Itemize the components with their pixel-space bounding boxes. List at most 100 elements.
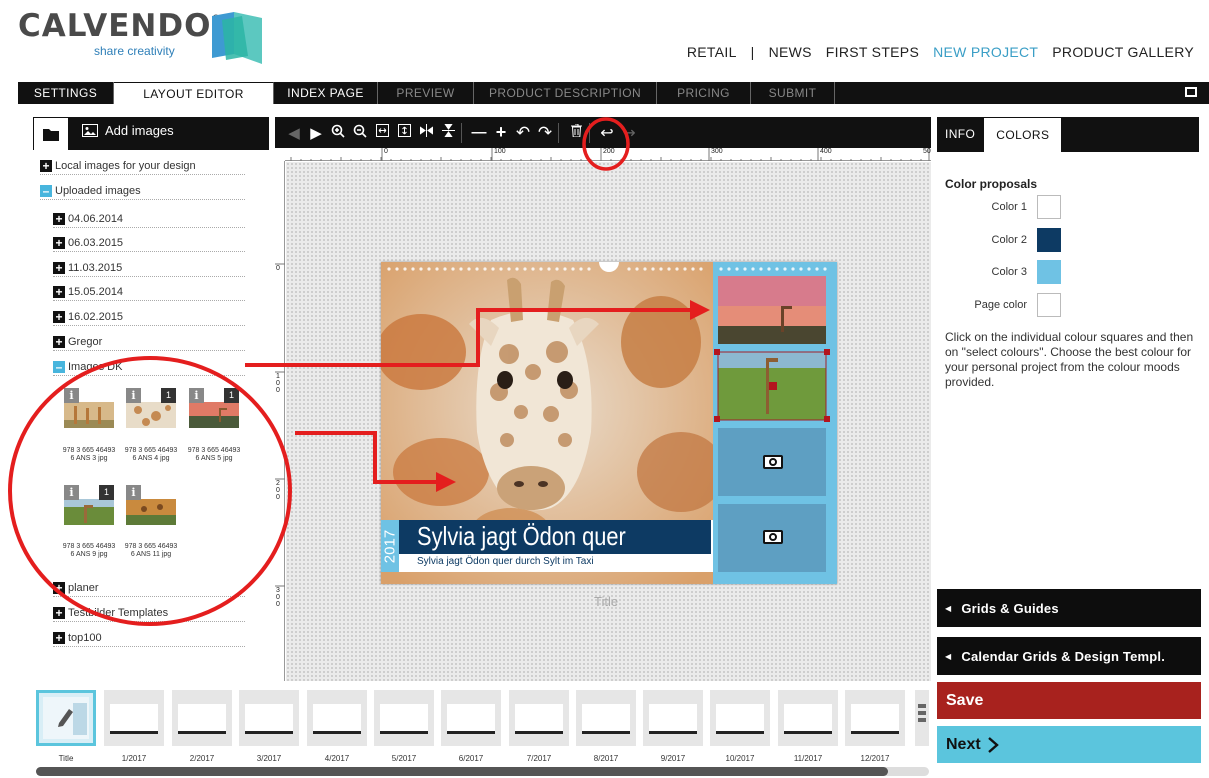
grids-guides-panel[interactable]: ◀ Grids & Guides <box>937 589 1201 627</box>
next-button[interactable]: Next <box>937 726 1201 763</box>
calendar-page[interactable]: 2017 Sylvia jagt Ödon quer Sylvia jagt Ö… <box>381 262 837 584</box>
image-thumbnail[interactable]: i 1 <box>189 388 239 428</box>
folder-item[interactable]: + Gregor <box>53 334 245 351</box>
film-thumb[interactable] <box>845 690 905 746</box>
filmstrip-more[interactable] <box>915 690 929 746</box>
info-icon[interactable]: i <box>189 388 204 403</box>
select-arrow-icon[interactable]: ▶ <box>307 124 325 142</box>
film-thumb[interactable] <box>374 690 434 746</box>
film-thumb[interactable] <box>710 690 770 746</box>
calendar-subtitle[interactable]: Sylvia jagt Ödon quer durch Sylt im Taxi <box>417 556 594 567</box>
prev-icon[interactable]: ◀ <box>285 124 303 142</box>
rotate-left-icon[interactable]: ↶ <box>514 123 532 143</box>
save-button[interactable]: Save <box>937 682 1201 719</box>
expand-icon[interactable]: + <box>53 582 65 594</box>
folder-item[interactable]: +06.03.2015 <box>53 235 245 252</box>
flip-horizontal-icon[interactable] <box>417 124 435 141</box>
tab-layout-editor[interactable]: LAYOUT EDITOR <box>114 82 274 104</box>
folder-item[interactable]: + top100 <box>53 630 245 647</box>
collapse-icon[interactable]: – <box>53 361 65 373</box>
info-icon[interactable]: i <box>64 485 79 500</box>
film-thumb[interactable] <box>104 690 164 746</box>
filmstrip-scrollbar-thumb[interactable] <box>36 767 888 776</box>
film-thumb[interactable] <box>441 690 501 746</box>
camera-icon[interactable] <box>763 455 783 469</box>
info-icon[interactable]: i <box>126 485 141 500</box>
tab-preview[interactable]: PREVIEW <box>378 82 474 104</box>
film-thumb[interactable] <box>778 690 838 746</box>
minus-icon[interactable]: — <box>470 124 488 141</box>
resize-handle[interactable] <box>824 416 830 422</box>
image-thumbnail[interactable]: i 1 <box>64 485 114 525</box>
tab-info[interactable]: INFO <box>937 117 983 152</box>
folder-item-images-dk[interactable]: – Images DK <box>53 359 245 376</box>
folder-item[interactable]: +15.05.2014 <box>53 284 245 301</box>
fullscreen-icon[interactable] <box>1185 87 1197 97</box>
folder-item[interactable]: + planer <box>53 580 245 597</box>
expand-icon[interactable]: + <box>53 237 65 249</box>
zoom-in-icon[interactable] <box>329 124 347 142</box>
film-thumb[interactable] <box>172 690 232 746</box>
calendar-title[interactable]: Sylvia jagt Ödon quer <box>417 521 626 552</box>
trash-icon[interactable] <box>567 123 585 141</box>
expand-icon[interactable]: + <box>40 160 52 172</box>
tab-product-description[interactable]: PRODUCT DESCRIPTION <box>474 82 657 104</box>
rotate-right-icon[interactable]: ↷ <box>536 123 554 143</box>
tree-uploaded-images[interactable]: – Uploaded images <box>40 183 245 200</box>
nav-retail[interactable]: RETAIL <box>680 44 744 60</box>
camera-icon[interactable] <box>763 530 783 544</box>
film-thumb[interactable] <box>643 690 703 746</box>
fit-height-icon[interactable] <box>395 124 413 141</box>
tab-pricing[interactable]: PRICING <box>657 82 751 104</box>
film-thumb[interactable] <box>576 690 636 746</box>
nav-first-steps[interactable]: FIRST STEPS <box>819 44 926 60</box>
nav-new-project[interactable]: NEW PROJECT <box>926 44 1045 60</box>
image-thumbnail[interactable]: i <box>64 388 114 428</box>
resize-handle[interactable] <box>714 349 720 355</box>
tab-settings[interactable]: SETTINGS <box>18 82 114 104</box>
flip-vertical-icon[interactable] <box>439 123 457 141</box>
add-images-tab[interactable]: Add images <box>82 123 174 138</box>
info-icon[interactable]: i <box>64 388 79 403</box>
expand-icon[interactable]: + <box>53 607 65 619</box>
folder-tab[interactable] <box>33 117 69 150</box>
color-swatch-3[interactable] <box>1037 260 1061 284</box>
tree-local-images[interactable]: + Local images for your design <box>40 158 245 175</box>
film-thumb[interactable] <box>239 690 299 746</box>
collapse-icon[interactable]: – <box>40 185 52 197</box>
expand-icon[interactable]: + <box>53 632 65 644</box>
folder-item[interactable]: + Testbilder Templates <box>53 605 245 622</box>
folder-item[interactable]: +16.02.2015 <box>53 309 245 326</box>
info-icon[interactable]: i <box>126 388 141 403</box>
film-thumb[interactable] <box>509 690 569 746</box>
nav-product-gallery[interactable]: PRODUCT GALLERY <box>1045 44 1201 60</box>
undo-icon[interactable]: ↩ <box>598 123 616 143</box>
plus-icon[interactable]: + <box>492 122 510 143</box>
expand-icon[interactable]: + <box>53 311 65 323</box>
calvendo-logo[interactable]: CALVENDO® share creativity <box>18 6 268 66</box>
resize-handle[interactable] <box>714 416 720 422</box>
page-color-swatch[interactable] <box>1037 293 1061 317</box>
image-thumbnail[interactable]: i <box>126 485 176 525</box>
expand-icon[interactable]: + <box>53 286 65 298</box>
image-thumbnail[interactable]: i 1 <box>126 388 176 428</box>
folder-item[interactable]: +04.06.2014 <box>53 211 245 228</box>
tab-submit[interactable]: SUBMIT <box>751 82 835 104</box>
resize-handle[interactable] <box>824 349 830 355</box>
redo-icon[interactable]: ↪ <box>620 123 638 143</box>
zoom-out-icon[interactable] <box>351 124 369 142</box>
color-swatch-2[interactable] <box>1037 228 1061 252</box>
tab-colors[interactable]: COLORS <box>983 117 1063 152</box>
color-swatch-1[interactable] <box>1037 195 1061 219</box>
tab-index-page[interactable]: INDEX PAGE <box>274 82 378 104</box>
expand-icon[interactable]: + <box>53 213 65 225</box>
folder-item[interactable]: +11.03.2015 <box>53 260 245 277</box>
film-thumb-title[interactable] <box>36 690 96 746</box>
calendar-grids-panel[interactable]: ◀ Calendar Grids & Design Templ. <box>937 637 1201 675</box>
fit-width-icon[interactable] <box>373 124 391 141</box>
nav-news[interactable]: NEWS <box>762 44 819 60</box>
expand-icon[interactable]: + <box>53 262 65 274</box>
expand-icon[interactable]: + <box>53 336 65 348</box>
film-thumb[interactable] <box>307 690 367 746</box>
move-handle[interactable] <box>769 382 777 390</box>
